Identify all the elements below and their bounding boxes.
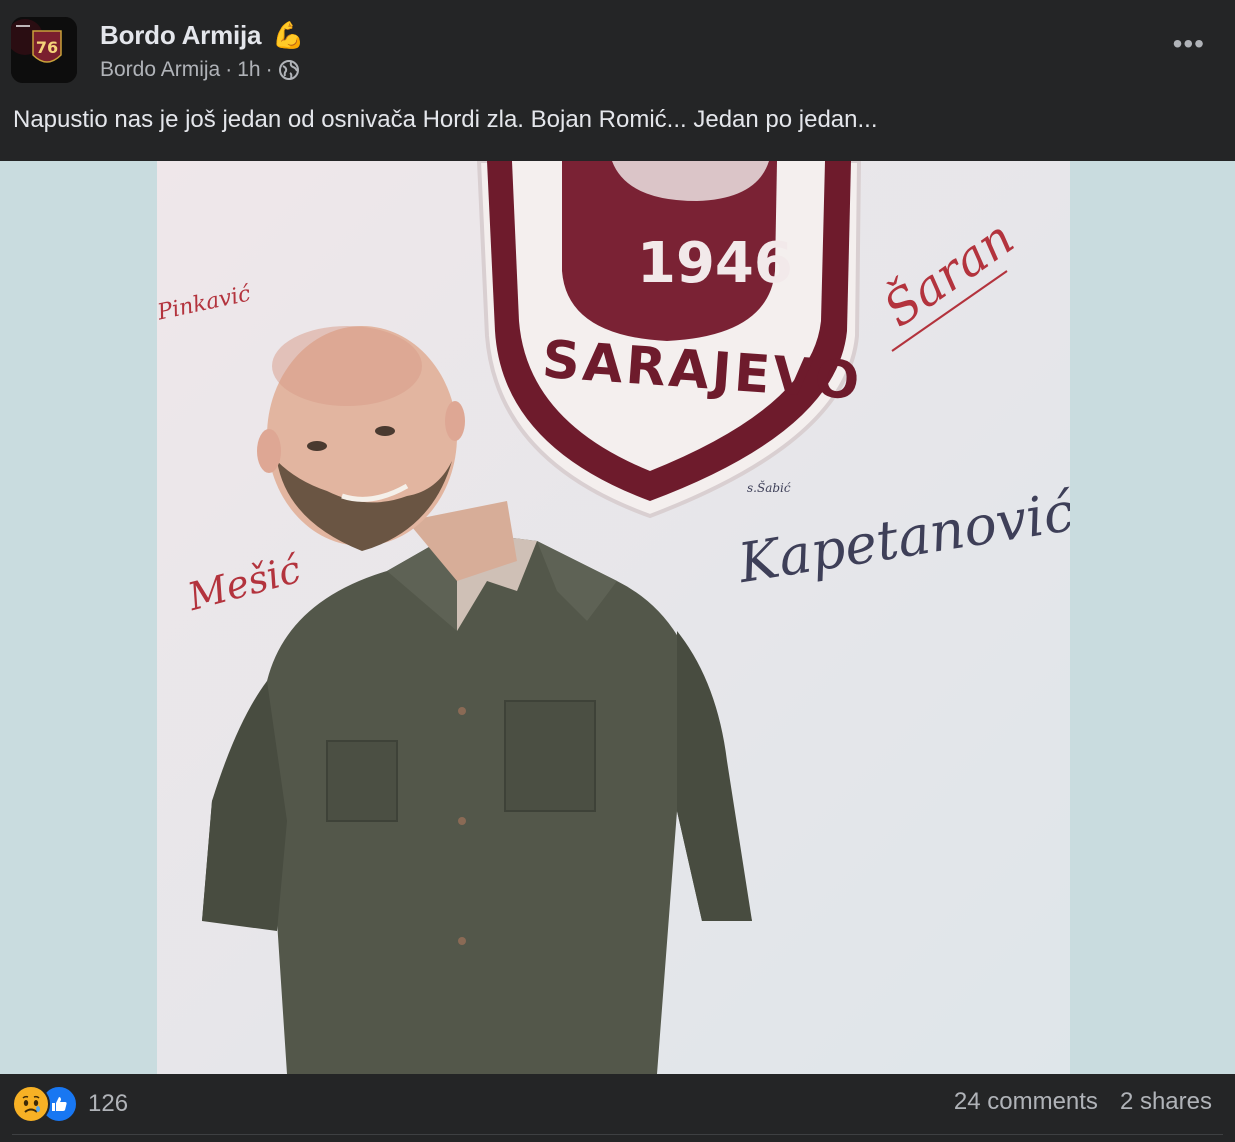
- footer-divider: [12, 1134, 1223, 1135]
- sad-reaction-icon[interactable]: [12, 1085, 50, 1123]
- more-options-icon[interactable]: •••: [1173, 28, 1205, 60]
- post-photo[interactable]: 1946 SARAJEVO s.Šabić Kapetanović Šaran …: [157, 161, 1070, 1074]
- meta-page-name[interactable]: Bordo Armija: [100, 58, 220, 82]
- reactions-summary[interactable]: 126: [12, 1085, 128, 1123]
- page-avatar[interactable]: 76: [11, 17, 77, 83]
- globe-icon[interactable]: [278, 59, 300, 81]
- post-footer: 126 24 comments 2 shares: [0, 1074, 1235, 1142]
- shares-count[interactable]: 2 shares: [1120, 1088, 1212, 1116]
- flexed-biceps-emoji: 💪: [272, 20, 305, 50]
- meta-separator: ·: [225, 58, 233, 81]
- post-timestamp[interactable]: 1h: [237, 58, 260, 82]
- post-media[interactable]: 1946 SARAJEVO s.Šabić Kapetanović Šaran …: [0, 161, 1235, 1074]
- page-name[interactable]: Bordo Armija: [100, 20, 262, 50]
- crest-year: 1946: [637, 231, 793, 296]
- post-text: Napustio nas je još jedan od osnivača Ho…: [13, 106, 878, 133]
- page-name-link[interactable]: Bordo Armija 💪: [100, 20, 305, 51]
- engagement-stats: 24 comments 2 shares: [954, 1088, 1212, 1116]
- signature-small: s.Šabić: [747, 481, 791, 495]
- comments-count[interactable]: 24 comments: [954, 1088, 1098, 1116]
- facebook-post: 76 Bordo Armija 💪 Bordo Armija · 1h · ••…: [0, 0, 1235, 1142]
- post-meta: Bordo Armija · 1h ·: [100, 58, 300, 82]
- svg-text:76: 76: [36, 38, 58, 57]
- meta-separator-2: ·: [265, 58, 273, 81]
- reaction-count[interactable]: 126: [88, 1090, 128, 1118]
